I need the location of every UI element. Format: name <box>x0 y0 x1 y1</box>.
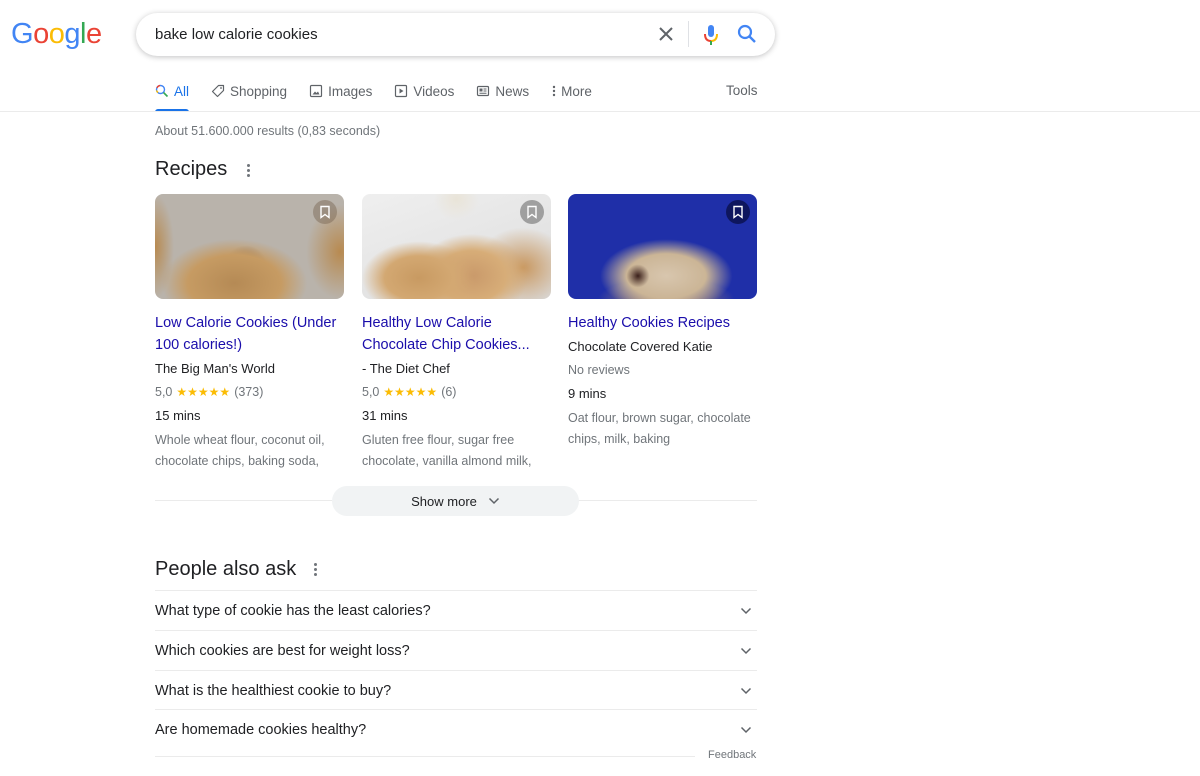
tab-shopping[interactable]: Shopping <box>211 82 287 100</box>
recipe-time: 15 mins <box>155 408 201 423</box>
dot <box>246 174 250 177</box>
recipe-title-link[interactable]: Healthy Low Calorie Chocolate Chip Cooki… <box>362 312 551 356</box>
close-icon <box>659 27 673 41</box>
star-rating-icon: ★★★★★ <box>176 385 231 399</box>
rating-value: 5,0 <box>155 385 173 399</box>
recipe-source: - The Diet Chef <box>362 361 450 376</box>
feedback-link[interactable]: Feedback <box>708 749 756 761</box>
show-more-button[interactable]: Show more <box>332 486 579 516</box>
tag-icon <box>211 84 225 98</box>
review-count: (373) <box>234 385 264 399</box>
recipe-source: Chocolate Covered Katie <box>568 339 713 354</box>
recipe-rating: No reviews <box>568 361 757 379</box>
paa-question[interactable]: What type of cookie has the least calori… <box>155 590 757 630</box>
tab-more[interactable]: More <box>551 82 592 100</box>
recipe-image[interactable] <box>362 194 551 299</box>
tab-label: Images <box>328 83 373 99</box>
image-icon <box>309 84 323 98</box>
paa-question-text: Which cookies are best for weight loss? <box>155 642 410 659</box>
dot <box>313 573 317 576</box>
tab-videos[interactable]: Videos <box>394 82 454 100</box>
chevron-down-icon <box>740 726 752 733</box>
tab-all[interactable]: All <box>155 82 190 112</box>
paa-question[interactable]: Which cookies are best for weight loss? <box>155 630 757 670</box>
recipe-ingredients: Oat flour, brown sugar, chocolate chips,… <box>568 411 751 446</box>
tab-label: Videos <box>413 83 455 99</box>
logo-letter: o <box>33 18 49 50</box>
bookmark-icon <box>320 205 330 219</box>
review-count: (6) <box>441 385 457 399</box>
paa-question[interactable]: What is the healthiest cookie to buy? <box>155 670 757 710</box>
search-divider <box>688 21 689 47</box>
chevron-down-icon <box>740 647 752 654</box>
tab-label: More <box>561 83 592 99</box>
recipe-image[interactable] <box>568 194 757 299</box>
recipe-time: 9 mins <box>568 386 607 401</box>
tab-label: Shopping <box>230 83 288 99</box>
tab-label: All <box>174 83 190 99</box>
logo-letter: e <box>85 18 102 50</box>
play-icon <box>395 84 408 98</box>
clear-button[interactable] <box>654 24 678 46</box>
recipe-ingredients: Gluten free flour, sugar free chocolate,… <box>362 433 532 468</box>
tabs-divider <box>0 111 1200 112</box>
rating-value: 5,0 <box>362 385 380 399</box>
recipes-more-options[interactable] <box>245 163 251 179</box>
result-stats: About 51.600.000 results (0,83 seconds) <box>155 124 381 138</box>
recipe-image[interactable] <box>155 194 344 299</box>
save-recipe-button[interactable] <box>726 200 750 224</box>
recipe-source: The Big Man's World <box>155 361 276 376</box>
tab-images[interactable]: Images <box>309 82 372 100</box>
save-recipe-button[interactable] <box>313 200 337 224</box>
search-input[interactable] <box>155 23 635 45</box>
voice-search-button[interactable] <box>701 23 721 47</box>
recipe-time: 31 mins <box>362 408 408 423</box>
kebab-icon <box>552 85 556 97</box>
recipe-ingredients: Whole wheat flour, coconut oil, chocolat… <box>155 433 325 468</box>
logo-letter: G <box>11 18 34 50</box>
bookmark-icon <box>527 205 537 219</box>
bookmark-icon <box>733 205 743 219</box>
paa-question[interactable]: Are homemade cookies healthy? <box>155 709 757 749</box>
recipe-card: Healthy Low Calorie Chocolate Chip Cooki… <box>362 194 551 472</box>
paa-more-options[interactable] <box>312 562 318 578</box>
no-reviews: No reviews <box>568 363 630 377</box>
dot <box>313 568 317 571</box>
chevron-down-icon <box>488 497 499 505</box>
dot <box>246 169 250 172</box>
dot <box>246 164 250 167</box>
chevron-down-icon <box>740 687 752 694</box>
save-recipe-button[interactable] <box>520 200 544 224</box>
recipe-rating: 5,0 ★★★★★ (373) <box>155 383 344 401</box>
search-tabs: All Shopping Images Videos News More <box>155 82 614 112</box>
search-icon <box>737 24 756 43</box>
paa-question-text: Are homemade cookies healthy? <box>155 721 367 738</box>
mic-icon <box>704 25 718 45</box>
tools-button[interactable]: Tools <box>726 83 758 98</box>
search-button[interactable] <box>736 23 758 45</box>
newspaper-icon <box>477 85 490 97</box>
search-box <box>136 13 775 56</box>
tab-news[interactable]: News <box>476 82 529 100</box>
tab-label: News <box>495 83 530 99</box>
people-also-ask-heading: People also ask <box>155 558 297 580</box>
recipe-card: Healthy Cookies Recipes Chocolate Covere… <box>568 194 757 450</box>
chevron-down-icon <box>740 607 752 614</box>
recipes-heading: Recipes <box>155 158 228 180</box>
logo-letter: g <box>64 18 80 50</box>
recipe-rating: 5,0 ★★★★★ (6) <box>362 383 551 401</box>
google-logo[interactable]: Google <box>11 18 102 51</box>
paa-question-text: What type of cookie has the least calori… <box>155 602 431 619</box>
dot <box>313 563 317 566</box>
recipe-card: Low Calorie Cookies (Under 100 calories!… <box>155 194 344 472</box>
logo-letter: o <box>48 18 65 50</box>
show-more-label: Show more <box>411 493 477 509</box>
recipe-title-link[interactable]: Low Calorie Cookies (Under 100 calories!… <box>155 312 344 356</box>
search-icon <box>155 84 169 98</box>
paa-question-text: What is the healthiest cookie to buy? <box>155 682 392 699</box>
paa-bottom-divider <box>155 756 695 757</box>
star-rating-icon: ★★★★★ <box>383 385 438 399</box>
recipe-title-link[interactable]: Healthy Cookies Recipes <box>568 312 757 334</box>
